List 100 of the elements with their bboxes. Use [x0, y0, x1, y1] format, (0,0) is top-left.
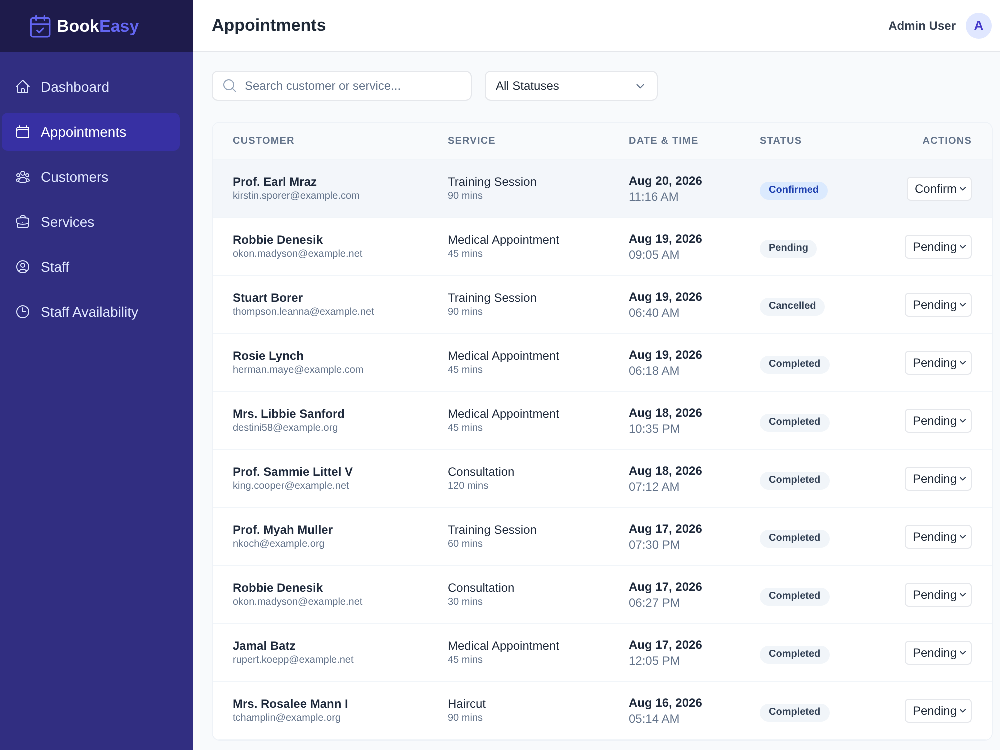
status-badge: Completed: [760, 646, 830, 664]
appointment-time: 12:05 PM: [629, 652, 682, 668]
customer-name: Prof. Myah Muller: [233, 522, 334, 538]
service-name: Haircut: [448, 696, 488, 712]
appointment-date: Aug 19, 2026: [629, 288, 704, 304]
status-select[interactable]: Pending: [904, 408, 972, 432]
appointment-date: Aug 18, 2026: [629, 462, 704, 478]
appointment-time: 06:18 AM: [629, 362, 681, 378]
service-name: Consultation: [448, 580, 516, 596]
status-select[interactable]: Pending: [904, 234, 972, 258]
status-filter-dropdown[interactable]: All Statuses: [485, 71, 658, 101]
service-duration: 30 mins: [448, 596, 484, 610]
service-duration: 90 mins: [448, 306, 484, 320]
customer-name: Prof. Sammie Littel V: [233, 464, 354, 480]
table-row[interactable]: Prof. Earl Mraz kirstin.sporer@example.com Training Session 90 mins Aug 20, 2026 11:16 AM Confirmed Confirm: [213, 160, 992, 218]
status-badge: Completed: [760, 530, 830, 548]
appointment-date: Aug 17, 2026: [629, 520, 704, 536]
customer-name: Mrs. Rosalee Mann I: [233, 696, 350, 712]
column-header: SERVICE: [448, 134, 497, 148]
customer-name: Jamal Batz: [233, 638, 297, 654]
user-avatar[interactable]: A: [966, 12, 992, 38]
appointment-time: 11:16 AM: [629, 188, 680, 204]
service-duration: 90 mins: [448, 712, 484, 726]
service-name: Medical Appointment: [448, 406, 560, 422]
status-select[interactable]: Pending: [904, 292, 972, 316]
status-select[interactable]: Pending: [904, 524, 972, 548]
status-select[interactable]: Pending: [904, 466, 972, 490]
sidebar-item[interactable]: Customers: [2, 158, 180, 196]
status-select[interactable]: Confirm: [906, 176, 972, 200]
column-header: ACTIONS: [922, 134, 972, 148]
appointment-time: 07:30 PM: [629, 536, 682, 552]
service-duration: 45 mins: [448, 654, 484, 668]
service-duration: 120 mins: [448, 480, 490, 494]
appointment-date: Aug 19, 2026: [629, 346, 704, 362]
service-duration: 45 mins: [448, 248, 484, 262]
appointment-time: 06:27 PM: [629, 594, 682, 610]
service-duration: 45 mins: [448, 422, 484, 436]
column-header: DATE & TIME: [629, 134, 700, 148]
status-select[interactable]: Pending: [904, 582, 972, 606]
service-name: Consultation: [448, 464, 516, 480]
people-group-icon: [15, 169, 31, 185]
customer-email: tchamplin@example.org: [233, 712, 342, 726]
appointment-date: Aug 17, 2026: [629, 578, 704, 594]
customer-name: Prof. Earl Mraz: [233, 174, 318, 190]
clock-icon: [15, 304, 31, 320]
status-badge: Completed: [760, 588, 830, 606]
brand-name: BookEasy: [57, 18, 140, 34]
sidebar-item[interactable]: Services: [2, 203, 180, 241]
status-badge: Completed: [760, 704, 830, 722]
status-badge: Pending: [760, 240, 818, 258]
page-title: Appointments: [212, 14, 326, 37]
service-name: Training Session: [448, 174, 538, 190]
sidebar-item[interactable]: Dashboard: [2, 68, 180, 106]
search-icon: [222, 78, 238, 94]
customer-name: Robbie Denesik: [233, 232, 324, 248]
service-name: Training Session: [448, 522, 538, 538]
status-select[interactable]: Pending: [904, 640, 972, 664]
appointment-date: Aug 20, 2026: [629, 172, 704, 188]
column-header: CUSTOMER: [233, 134, 296, 148]
appointment-time: 09:05 AM: [629, 246, 681, 262]
service-name: Medical Appointment: [448, 638, 560, 654]
calendar-icon: [15, 124, 31, 140]
customer-name: Stuart Borer: [233, 290, 304, 306]
sidebar-item[interactable]: Appointments: [2, 113, 180, 151]
customer-email: kirstin.sporer@example.com: [233, 190, 361, 204]
customer-email: nkoch@example.org: [233, 538, 326, 552]
user-name: Admin User: [888, 18, 956, 34]
customer-email: thompson.leanna@example.net: [233, 306, 376, 320]
search-field[interactable]: Search customer or service...: [212, 71, 472, 101]
briefcase-icon: [15, 214, 31, 230]
appointment-date: Aug 18, 2026: [629, 404, 704, 420]
customer-name: Rosie Lynch: [233, 348, 305, 364]
customer-email: herman.maye@example.com: [233, 364, 365, 378]
customer-email: okon.madyson@example.net: [233, 248, 364, 262]
service-name: Medical Appointment: [448, 232, 560, 248]
appointment-date: Aug 19, 2026: [629, 230, 704, 246]
appointment-time: 06:40 AM: [629, 304, 681, 320]
customer-email: rupert.koepp@example.net: [233, 654, 355, 668]
sidebar-item[interactable]: Staff Availability: [2, 293, 180, 331]
service-name: Medical Appointment: [448, 348, 560, 364]
customer-name: Robbie Denesik: [233, 580, 324, 596]
column-header: STATUS: [760, 134, 804, 148]
appointment-time: 10:35 PM: [629, 420, 682, 436]
service-duration: 90 mins: [448, 190, 484, 204]
customer-email: destini58@example.org: [233, 422, 340, 436]
customer-email: king.cooper@example.net: [233, 480, 350, 494]
status-badge: Cancelled: [760, 298, 826, 316]
appointment-date: Aug 17, 2026: [629, 636, 704, 652]
appointment-time: 05:14 AM: [629, 710, 681, 726]
home-icon: [15, 79, 31, 95]
calendar-check-icon: [28, 14, 53, 38]
customer-email: okon.madyson@example.net: [233, 596, 364, 610]
status-badge: Confirmed: [760, 182, 828, 200]
status-select[interactable]: Pending: [904, 350, 972, 374]
status-select[interactable]: Pending: [904, 698, 972, 722]
customer-name: Mrs. Libbie Sanford: [233, 406, 346, 422]
status-badge: Completed: [760, 356, 830, 374]
service-duration: 45 mins: [448, 364, 484, 378]
status-badge: Completed: [760, 472, 830, 490]
sidebar-item[interactable]: Staff: [2, 248, 180, 286]
